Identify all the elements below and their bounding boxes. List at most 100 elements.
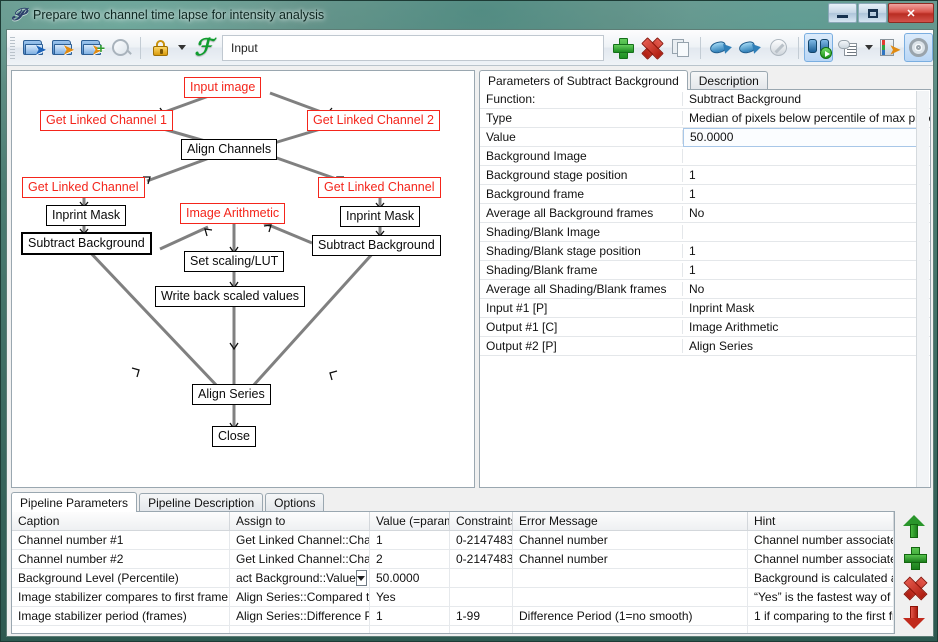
grid-cell-empty[interactable] (748, 626, 894, 633)
bottom-tab-2[interactable]: Options (265, 493, 325, 512)
flow-node-inprint-mask-r[interactable]: Inprint Mask (340, 206, 421, 227)
table-row[interactable]: Channel number #1 Get Linked Channel::Cha… (12, 531, 894, 550)
grid-column-header[interactable]: Error Message (513, 512, 748, 530)
flow-node-set-scaling-lut[interactable]: Set scaling/LUT (184, 251, 285, 272)
flow-node-subtract-bg-l[interactable]: Subtract Background (21, 232, 152, 255)
search-icon[interactable] (106, 33, 135, 62)
grid-cell-constraints[interactable] (450, 588, 513, 606)
copy-node-icon[interactable] (666, 33, 695, 62)
table-row[interactable]: Background Level (Percentile) act Backgro… (12, 569, 894, 588)
grid-cell-assign-to[interactable]: Get Linked Channel::Chanr (230, 531, 370, 549)
grid-cell-empty[interactable] (370, 626, 450, 633)
toolbar-grip[interactable] (10, 36, 15, 59)
grid-cell-caption[interactable]: Background Level (Percentile) (12, 569, 230, 587)
add-pipeline-icon[interactable]: ➤ + (77, 33, 106, 62)
flow-node-image-arithmetic[interactable]: Image Arithmetic (180, 203, 286, 224)
table-row[interactable]: Image stabilizer compares to first frame… (12, 588, 894, 607)
table-row[interactable]: Image stabilizer period (frames) Align Se… (12, 607, 894, 626)
function-f-icon[interactable]: ℱ (189, 33, 218, 62)
paste-fish-icon[interactable] (706, 33, 735, 62)
flow-node-get-linked-ch-1[interactable]: Get Linked Channel 1 (40, 110, 173, 131)
delete-node-icon[interactable] (637, 33, 666, 62)
grid-cell-hint[interactable]: “Yes” is the fastest way of ima (748, 588, 894, 606)
grid-cell-constraints[interactable]: 1-99 (450, 607, 513, 625)
pipeline-name-input[interactable]: Input (222, 34, 604, 61)
grid-column-header[interactable]: Assign to (230, 512, 370, 530)
param-row[interactable]: Average all Shading/Blank frames No (480, 280, 930, 299)
grid-cell-hint[interactable]: Channel number associated w (748, 531, 894, 549)
flow-node-align-series[interactable]: Align Series (192, 384, 271, 405)
grid-cell-empty[interactable] (450, 626, 513, 633)
grid-cell-error-message[interactable]: Channel number (513, 531, 748, 549)
grid-cell-value[interactable]: 1 (370, 607, 450, 625)
param-row[interactable]: Shading/Blank stage position 1 (480, 242, 930, 261)
flow-node-subtract-bg-r[interactable]: Subtract Background (312, 235, 441, 256)
grid-column-header[interactable]: Value (=param) (370, 512, 450, 530)
grid-column-header[interactable]: Caption (12, 512, 230, 530)
save-pipeline-icon[interactable]: ➤ (48, 33, 77, 62)
lock-icon[interactable] (146, 33, 175, 62)
parameters-scrollbar[interactable] (916, 91, 929, 487)
param-row[interactable]: Function: Subtract Background (480, 90, 930, 109)
grid-cell-error-message[interactable] (513, 569, 748, 587)
pipeline-flowchart[interactable]: Input image Get Linked Channel 1 Get Linke… (11, 70, 475, 488)
grid-cell-assign-to[interactable]: Get Linked Channel::Chanr (230, 550, 370, 568)
bottom-tab-0[interactable]: Pipeline Parameters (11, 492, 138, 512)
grid-cell-value[interactable]: 1 (370, 531, 450, 549)
grid-cell-empty[interactable] (230, 626, 370, 633)
export-book-icon[interactable]: ➤ (875, 33, 904, 62)
grid-cell-hint[interactable]: 1 if comparing to the first frame (748, 607, 894, 625)
grid-cell-value[interactable]: Yes (370, 588, 450, 606)
grid-column-header[interactable]: Constraints (450, 512, 513, 530)
grid-cell-value[interactable]: 2 (370, 550, 450, 568)
grid-cell-value[interactable]: 50.0000 (370, 569, 450, 587)
flow-node-write-back-scaled[interactable]: Write back scaled values (155, 286, 306, 307)
grid-cell-caption[interactable]: Image stabilizer compares to first frame (12, 588, 230, 606)
param-row[interactable]: Shading/Blank frame 1 (480, 261, 930, 280)
flow-node-get-linked-ch-2[interactable]: Get Linked Channel 2 (307, 110, 440, 131)
grid-cell-assign-to[interactable]: Align Series::Difference Pe (230, 607, 370, 625)
param-row[interactable]: Shading/Blank Image (480, 223, 930, 242)
paste-fish-2-icon[interactable] (735, 33, 764, 62)
flow-node-get-linked-ch-r[interactable]: Get Linked Channel (318, 177, 441, 198)
flow-node-input-image[interactable]: Input image (184, 77, 262, 98)
param-row[interactable]: Average all Background frames No (480, 204, 930, 223)
assign-to-dropdown[interactable] (355, 570, 367, 586)
close-button[interactable]: ✕ (888, 3, 934, 23)
param-row[interactable]: Background Image (480, 147, 930, 166)
param-row[interactable]: Output #1 [C] Image Arithmetic (480, 318, 930, 337)
pipeline-parameters-grid[interactable]: Caption Assign to Value (=param) Constraint… (11, 511, 895, 634)
parameters-table[interactable]: Function: Subtract Background Type Median o… (479, 89, 931, 488)
param-row[interactable]: Background stage position 1 (480, 166, 930, 185)
move-up-button[interactable] (901, 514, 927, 540)
grid-cell-constraints[interactable]: 0-214748364 (450, 550, 513, 568)
table-row-empty[interactable] (12, 626, 894, 633)
dropdown-caret-2-icon[interactable] (862, 33, 875, 62)
settings-gear-icon[interactable] (904, 33, 933, 62)
params-tab-1[interactable]: Description (689, 71, 768, 90)
grid-cell-error-message[interactable] (513, 588, 748, 606)
table-row[interactable]: Channel number #2 Get Linked Channel::Cha… (12, 550, 894, 569)
param-row[interactable]: Output #2 [P] Align Series (480, 337, 930, 356)
grid-cell-error-message[interactable]: Difference Period (1=no smooth) (513, 607, 748, 625)
run-pipeline-icon[interactable] (804, 33, 833, 62)
flow-node-get-linked-ch-l[interactable]: Get Linked Channel (22, 177, 145, 198)
add-row-button[interactable] (901, 544, 927, 570)
grid-cell-hint[interactable]: Background is calculated as fr (748, 569, 894, 587)
bottom-tab-1[interactable]: Pipeline Description (139, 493, 264, 512)
param-row[interactable]: Type Median of pixels below percentile of… (480, 109, 930, 128)
param-row[interactable]: Input #1 [P] Inprint Mask (480, 299, 930, 318)
grid-cell-constraints[interactable] (450, 569, 513, 587)
grid-cell-caption[interactable]: Channel number #1 (12, 531, 230, 549)
maximize-button[interactable] (858, 3, 887, 23)
grid-cell-empty[interactable] (12, 626, 230, 633)
add-node-icon[interactable] (608, 33, 637, 62)
dropdown-caret-icon[interactable] (175, 33, 189, 62)
grid-cell-assign-to[interactable]: act Background::Value (230, 569, 370, 587)
param-value-input[interactable]: 50.0000 (683, 127, 929, 147)
batch-list-icon[interactable] (833, 33, 862, 62)
delete-row-button[interactable] (901, 574, 927, 600)
param-row[interactable]: Background frame 1 (480, 185, 930, 204)
params-tab-0[interactable]: Parameters of Subtract Background (479, 70, 688, 90)
grid-cell-assign-to[interactable]: Align Series::Compared to (230, 588, 370, 606)
